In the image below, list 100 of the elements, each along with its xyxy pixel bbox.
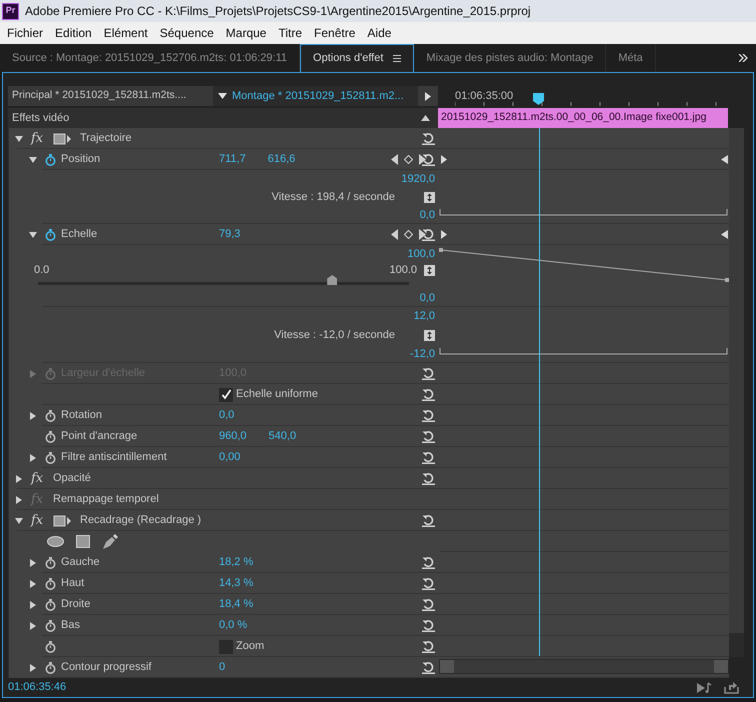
menu-item[interactable]: Edition [49,24,98,42]
parameter-value[interactable]: 14,3 % [219,575,254,592]
parameter-value[interactable]: 711,7 [219,151,246,168]
stopwatch-icon[interactable] [45,452,56,464]
current-timecode[interactable]: 01:06:35:46 [8,679,697,696]
transform-box-icon[interactable] [53,514,72,526]
expand-triangle-icon[interactable] [29,664,37,672]
parameter-value[interactable]: 79,3 [219,226,240,243]
ellipse-mask-icon[interactable] [47,536,64,547]
reset-icon[interactable] [422,153,435,166]
reset-icon[interactable] [422,132,435,145]
stopwatch-icon[interactable] [45,430,56,442]
checkbox[interactable] [219,388,233,402]
effect-toggle[interactable]: fx [31,510,53,530]
stopwatch-icon[interactable] [45,640,56,652]
parameter-value[interactable]: 616,6 [268,151,296,168]
expand-triangle-icon[interactable] [29,558,37,566]
menu-item[interactable]: Elément [98,24,154,42]
collapse-triangle-icon[interactable] [29,156,37,164]
play-audio-icon[interactable] [697,682,712,694]
pen-icon[interactable] [102,534,118,550]
parameter-value[interactable]: 960,0 [219,428,247,445]
effect-toggle[interactable]: fx [31,128,53,148]
parameter-value[interactable]: 0,00 [219,449,240,466]
collapse-triangle-icon[interactable] [15,516,23,524]
stopwatch-icon[interactable] [45,578,56,590]
expand-triangle-icon[interactable] [15,496,23,504]
menu-item[interactable]: Marque [220,24,272,42]
collapse-triangle-icon[interactable] [15,134,23,142]
scrollbar-thumb[interactable] [729,633,744,657]
expand-triangle-icon[interactable] [15,474,23,482]
scale-toggle-icon[interactable] [424,330,435,340]
effect-name: Remappage temporel [53,492,159,508]
parameter-value[interactable]: 0 [219,659,226,676]
dropdown-arrow-icon[interactable] [218,93,227,99]
vertical-scrollbar[interactable] [729,128,744,657]
transform-box-icon[interactable] [53,132,72,144]
panel-tab[interactable]: Options d'effet [300,44,414,72]
add-keyframe-icon[interactable] [404,155,413,164]
keyframe-end-icon[interactable] [721,230,728,239]
slider-thumb[interactable] [327,275,338,285]
reset-icon[interactable] [422,640,435,653]
stopwatch-icon[interactable] [45,598,56,610]
keyframe-end-icon[interactable] [721,155,728,164]
reset-icon[interactable] [422,472,435,485]
parameter-value[interactable]: 0,0 % [219,617,248,634]
play-button[interactable] [418,86,438,106]
reset-icon[interactable] [422,577,435,590]
graph-min-value: 0,0 [420,290,435,306]
add-keyframe-icon[interactable] [404,230,413,239]
menu-item[interactable]: Aide [361,24,398,42]
keyframe-start-icon[interactable] [441,230,447,239]
expand-triangle-icon[interactable] [29,622,37,630]
menu-item[interactable]: Titre [272,24,308,42]
reset-icon[interactable] [422,619,435,632]
reset-icon[interactable] [422,388,435,401]
reset-icon[interactable] [422,228,435,241]
previous-keyframe-icon[interactable] [391,229,398,240]
expand-triangle-icon[interactable] [29,412,37,420]
parameter-value[interactable]: 18,4 % [219,596,254,613]
effect-toggle[interactable]: fx [31,468,53,488]
stopwatch-icon[interactable] [45,620,56,632]
next-keyframe-icon[interactable] [419,229,426,240]
parameter-value[interactable]: 540,0 [268,428,296,445]
source-clip-dropdown[interactable]: Principal * 20151029_152811.m2ts.... [8,86,213,106]
expand-triangle-icon[interactable] [29,600,37,608]
menu-icon[interactable] [393,55,402,62]
reset-icon[interactable] [422,661,435,674]
reset-icon[interactable] [422,514,435,527]
previous-keyframe-icon[interactable] [391,154,398,165]
scroll-up-arrow-icon[interactable] [421,115,430,121]
expand-triangle-icon[interactable] [29,454,37,462]
export-icon[interactable] [724,682,739,694]
next-keyframe-icon[interactable] [419,154,426,165]
checkbox[interactable] [219,640,233,654]
scale-toggle-icon[interactable] [424,265,435,276]
keyframe-start-icon[interactable] [441,155,447,164]
reset-icon[interactable] [422,409,435,422]
reset-icon[interactable] [422,430,435,443]
stopwatch-icon[interactable] [45,662,56,674]
scale-toggle-icon[interactable] [424,192,435,202]
overflow-chevrons-icon[interactable] [739,54,748,62]
stopwatch-icon[interactable] [45,154,56,166]
expand-triangle-icon[interactable] [29,580,37,588]
stopwatch-icon[interactable] [45,228,56,240]
reset-icon[interactable] [422,451,435,464]
menu-item[interactable]: Fenêtre [308,24,362,42]
horizontal-scrollbar[interactable] [439,659,729,674]
sequence-clip-link[interactable]: Montage * 20151029_152811.m2... [232,88,404,104]
clip-bar[interactable]: 20151029_152811.m2ts.00_00_06_00.Image fixe001.jpg [438,108,728,128]
playhead-icon[interactable] [533,93,544,105]
stopwatch-icon[interactable] [45,556,56,568]
reset-icon[interactable] [422,556,435,569]
reset-icon[interactable] [422,598,435,611]
parameter-value[interactable]: 18,2 % [219,554,254,571]
stopwatch-icon[interactable] [45,410,56,422]
menu-item[interactable]: Séquence [154,24,220,42]
parameter-value[interactable]: 0,0 [219,407,234,424]
menu-item[interactable]: Fichier [1,24,50,42]
collapse-triangle-icon[interactable] [29,230,37,238]
